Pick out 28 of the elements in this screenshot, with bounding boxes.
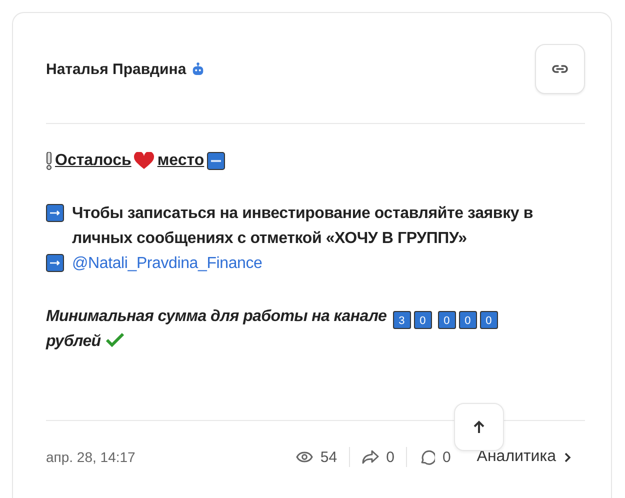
- digit-keycap: 0: [458, 311, 477, 329]
- eye-icon: [296, 451, 314, 463]
- post-date: апр. 28, 14:17: [46, 449, 136, 465]
- author-name: Наталья Правдина: [46, 60, 186, 78]
- shares-count: 0: [386, 448, 394, 466]
- comment-icon: [419, 449, 436, 465]
- up-arrow-icon: [473, 420, 485, 434]
- channel-link[interactable]: @Natali_Pravdina_Finance: [72, 251, 262, 276]
- note-text: Минимальная сумма для работы на канале: [46, 308, 387, 325]
- note-text: рублей: [46, 333, 101, 350]
- headline-text: место: [157, 152, 204, 170]
- headline-text: Осталось: [55, 152, 132, 170]
- digit-keycap: 0: [438, 311, 456, 329]
- check-icon: [106, 332, 124, 347]
- analytics-link[interactable]: Аналитика: [476, 448, 556, 466]
- chevron-right-icon: [564, 452, 571, 462]
- heart-icon: [134, 152, 154, 170]
- views-count: 54: [320, 448, 338, 466]
- message-text: Чтобы записаться на инвестирование оставляйте заявку в личных сообщениях с отметкой «ХОЧУ В ГРУППУ»: [72, 204, 534, 249]
- robot-icon: [192, 62, 204, 76]
- link-icon: [552, 64, 568, 74]
- copy-link-button[interactable]: [535, 44, 585, 94]
- digit-keycap: 0: [414, 311, 432, 329]
- digit-keycap: 3: [392, 311, 411, 329]
- exclamation-icon: [46, 152, 52, 170]
- digit-keycap: 0: [480, 311, 498, 329]
- comments-count: 0: [442, 448, 451, 466]
- share-icon: [362, 450, 380, 464]
